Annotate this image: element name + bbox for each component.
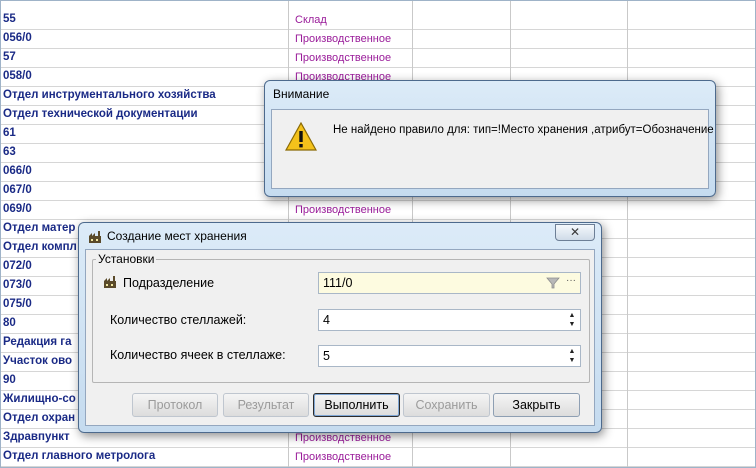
factory-icon	[104, 276, 116, 288]
row-name: 067/0	[3, 184, 32, 196]
department-field[interactable]: 111/0 ···	[318, 272, 581, 294]
row-type: Склад	[295, 14, 327, 26]
row-type: Производственное	[295, 204, 392, 216]
row-name: 058/0	[3, 70, 32, 82]
row-name: Отдел инструментального хозяйства	[3, 89, 216, 101]
save-button[interactable]: Сохранить	[403, 393, 490, 417]
filter-icon[interactable]	[546, 276, 560, 290]
factory-icon	[89, 231, 101, 243]
spin-up-icon[interactable]: ▲	[565, 311, 579, 320]
row-name: 55	[3, 13, 16, 25]
protocol-button[interactable]: Протокол	[132, 393, 218, 417]
row-name: Отдел технической документации	[3, 108, 198, 120]
close-button[interactable]: Закрыть	[493, 393, 580, 417]
warning-icon	[285, 122, 317, 151]
row-type: Производственное	[295, 432, 392, 444]
alert-titlebar[interactable]: Внимание	[265, 81, 715, 109]
row-name: 056/0	[3, 32, 32, 44]
run-button[interactable]: Выполнить	[313, 393, 400, 417]
alert-title: Внимание	[273, 87, 330, 101]
department-label: Подразделение	[123, 276, 215, 290]
table-row[interactable]: 57 Производственное	[0, 49, 756, 68]
row-name: 61	[3, 127, 16, 139]
table-row[interactable]: 55 Склад	[0, 11, 756, 30]
alert-message: Не найдено правило для: тип=!Место хране…	[333, 124, 714, 136]
racks-spin[interactable]: ▲ ▼	[565, 311, 579, 329]
cells-label: Количество ячеек в стеллаже:	[110, 348, 286, 362]
spin-down-icon[interactable]: ▼	[565, 320, 579, 329]
alert-dialog: Внимание Не найдено правило для: тип=!Ме…	[264, 80, 716, 197]
spin-down-icon[interactable]: ▼	[565, 356, 579, 365]
racks-label: Количество стеллажей:	[110, 313, 247, 327]
table-row[interactable]: Отдел главного метролога Производственное	[0, 448, 756, 467]
row-name: 066/0	[3, 165, 32, 177]
cells-stepper[interactable]: 5 ▲ ▼	[318, 345, 581, 367]
row-type: Производственное	[295, 451, 392, 463]
create-storage-dialog: Создание мест хранения ✕ Установки Подра…	[78, 222, 602, 433]
browse-button[interactable]: ···	[566, 275, 576, 286]
row-name: 63	[3, 146, 16, 158]
spin-up-icon[interactable]: ▲	[565, 347, 579, 356]
racks-value: 4	[323, 313, 330, 327]
racks-stepper[interactable]: 4 ▲ ▼	[318, 309, 581, 331]
row-name: 069/0	[3, 203, 32, 215]
department-value: 111/0	[323, 276, 353, 290]
alert-body: Не найдено правило для: тип=!Место хране…	[271, 109, 714, 189]
storage-title: Создание мест хранения	[107, 229, 247, 243]
grid-column-line	[627, 0, 628, 468]
row-name: Отдел главного метролога	[3, 450, 156, 462]
row-name: 57	[3, 51, 16, 63]
row-type: Производственное	[295, 33, 392, 45]
cells-value: 5	[323, 349, 330, 363]
settings-group: Установки Подразделение 111/0 ··· Количе…	[92, 252, 590, 383]
row-type: Производственное	[295, 52, 392, 64]
storage-titlebar[interactable]: Создание мест хранения ✕	[79, 223, 601, 251]
result-button[interactable]: Результат	[223, 393, 309, 417]
cells-spin[interactable]: ▲ ▼	[565, 347, 579, 365]
table-row[interactable]: 056/0 Производственное	[0, 30, 756, 49]
close-icon[interactable]: ✕	[555, 224, 595, 241]
table-row[interactable]: 069/0 Производственное	[0, 201, 756, 220]
settings-group-label: Установки	[96, 252, 157, 266]
